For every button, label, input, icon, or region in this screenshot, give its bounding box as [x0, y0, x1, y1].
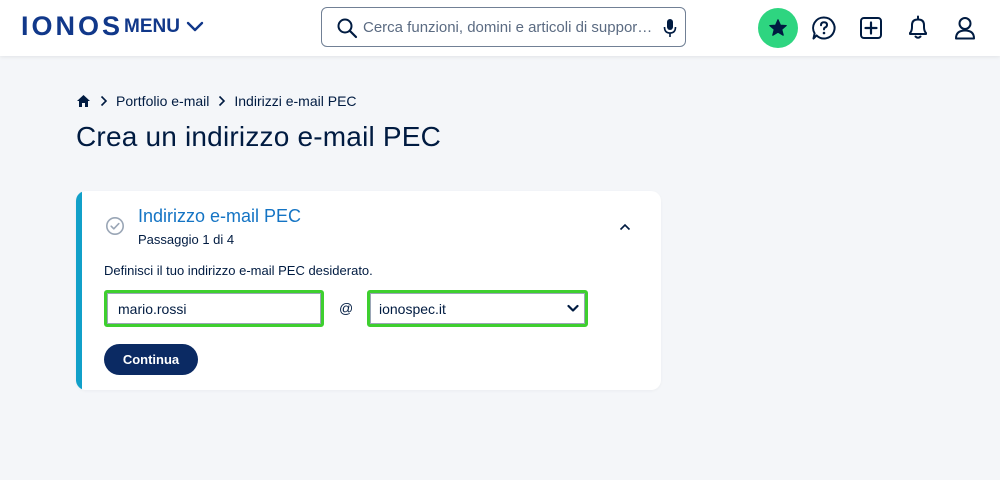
chevron-right-icon: [218, 95, 226, 107]
chevron-right-icon: [100, 95, 108, 107]
search-icon[interactable]: [336, 17, 358, 39]
breadcrumb: Portfolio e-mail Indirizzi e-mail PEC: [76, 92, 357, 110]
favorites-button[interactable]: [758, 8, 798, 48]
at-symbol: @: [339, 300, 354, 316]
local-part-field: [104, 290, 324, 327]
step-accent-bar: [76, 191, 82, 390]
bell-icon: [909, 15, 927, 39]
step-description: Definisci il tuo indirizzo e-mail PEC de…: [104, 263, 373, 278]
breadcrumb-current: Indirizzi e-mail PEC: [234, 93, 357, 109]
star-icon: [769, 19, 787, 36]
notifications-button[interactable]: [898, 8, 938, 48]
microphone-icon[interactable]: [663, 18, 677, 38]
domain-field: ionospec.it: [367, 290, 588, 327]
ionos-logo[interactable]: IONOS: [21, 11, 123, 41]
local-part-input[interactable]: [107, 293, 321, 324]
continue-button[interactable]: Continua: [104, 344, 198, 375]
add-button[interactable]: [851, 8, 891, 48]
chevron-up-icon: [619, 223, 631, 231]
check-circle-icon: [106, 217, 124, 235]
collapse-button[interactable]: [615, 217, 635, 237]
breadcrumb-home[interactable]: [76, 94, 91, 108]
search-box: [321, 7, 686, 47]
chevron-down-icon: [186, 21, 204, 32]
home-icon: [77, 95, 90, 107]
search-input[interactable]: [363, 16, 659, 38]
top-bar: IONOS MENU: [0, 0, 1000, 56]
step-progress: Passaggio 1 di 4: [138, 232, 235, 247]
help-chat-icon: [812, 16, 836, 40]
domain-select[interactable]: ionospec.it: [370, 293, 585, 324]
account-button[interactable]: [945, 8, 985, 48]
breadcrumb-link-portfolio-email[interactable]: Portfolio e-mail: [116, 92, 209, 110]
menu-label: MENU: [124, 16, 180, 37]
user-icon: [955, 17, 975, 40]
step-title: Indirizzo e-mail PEC: [138, 206, 302, 226]
add-icon: [860, 17, 882, 39]
step-card: Indirizzo e-mail PEC Passaggio 1 di 4 De…: [76, 191, 661, 390]
menu-button[interactable]: MENU: [124, 15, 204, 39]
page-title: Crea un indirizzo e-mail PEC: [76, 121, 442, 152]
help-button[interactable]: [804, 8, 844, 48]
